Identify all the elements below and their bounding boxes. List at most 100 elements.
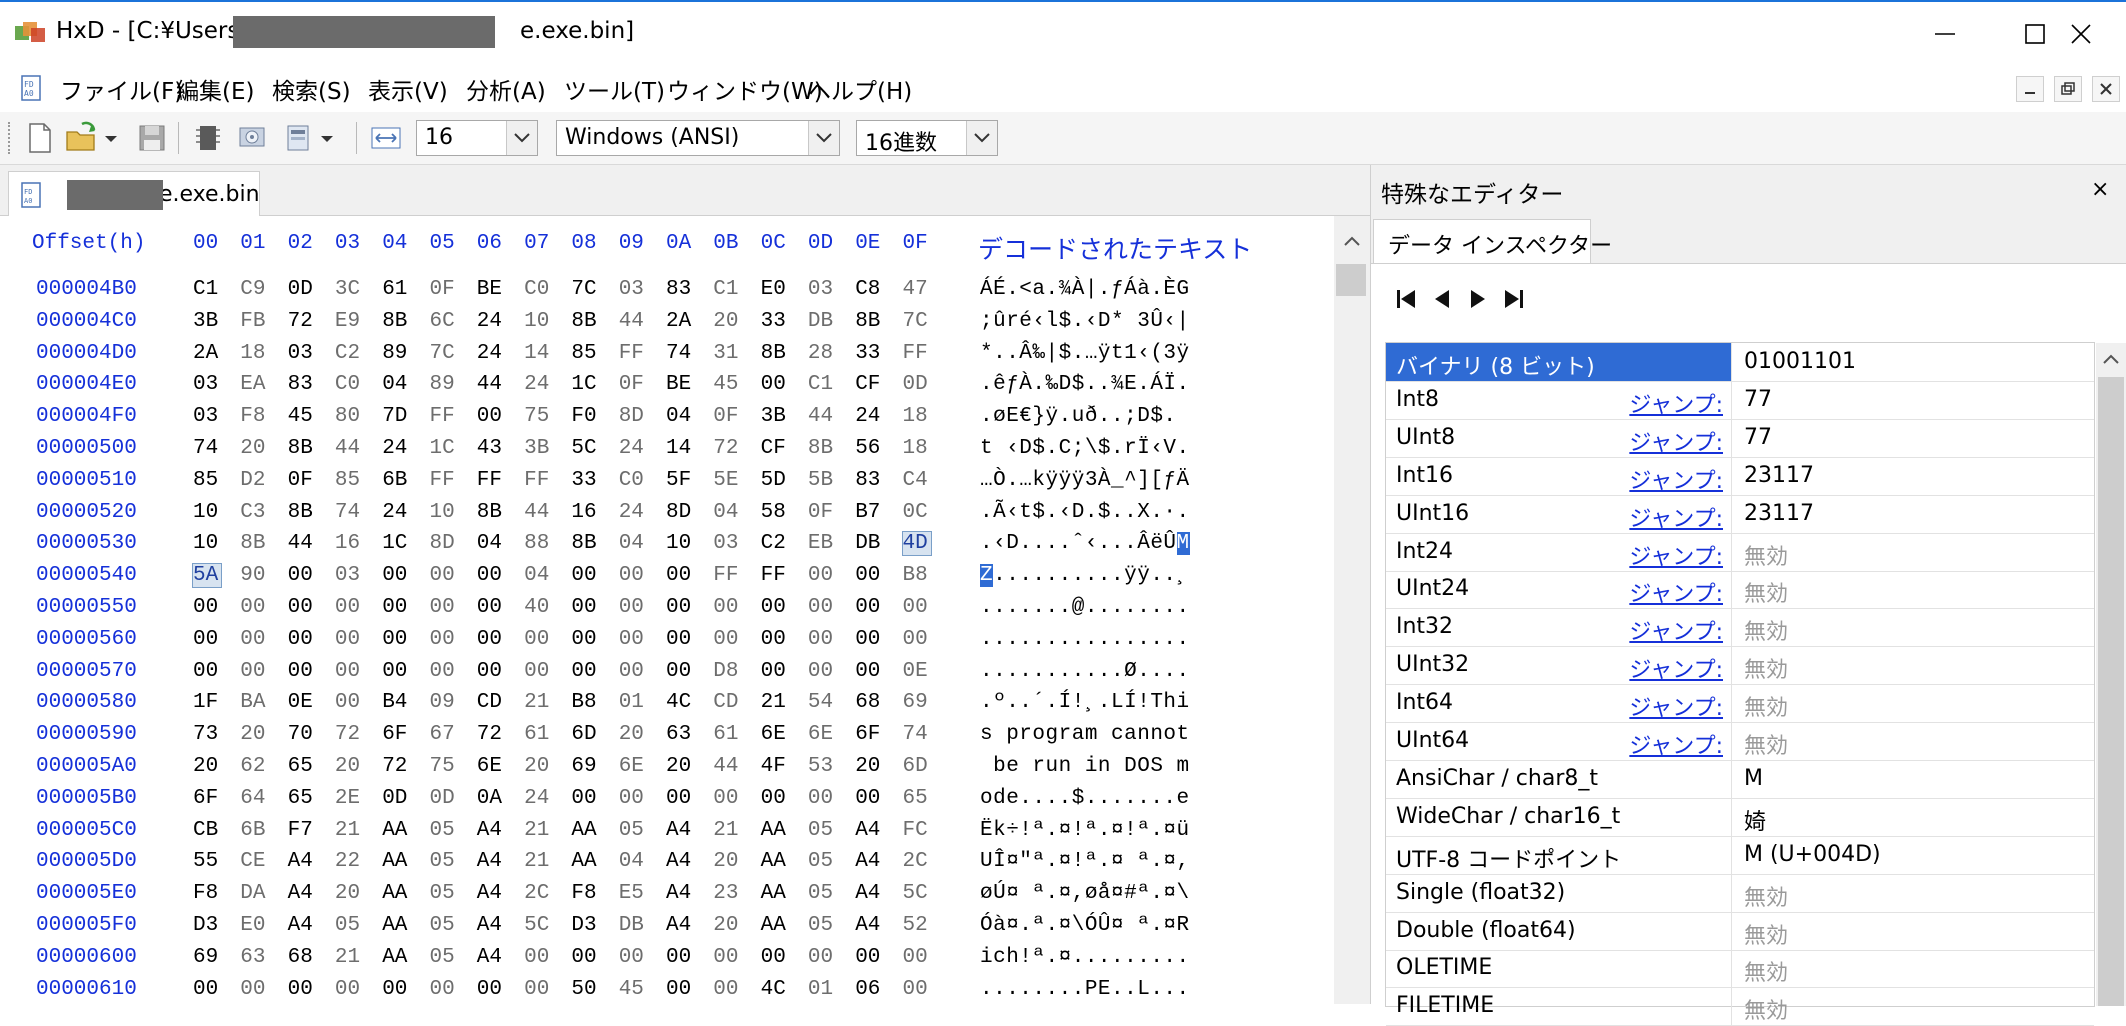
hex-byte[interactable]: B8 [571, 691, 599, 714]
inspector-value[interactable]: M [1744, 766, 1763, 791]
hex-byte[interactable]: 03 [808, 278, 836, 301]
hex-byte[interactable]: 00 [666, 596, 694, 619]
scrollbar-thumb[interactable] [1336, 264, 1366, 296]
hex-byte[interactable]: 24 [477, 342, 505, 365]
hex-row[interactable]: 00000550 00 00 00 00 00 00 00 40 00 00 00 00 00 00 00 00… [0, 592, 1335, 624]
hex-byte[interactable]: 21 [524, 819, 552, 842]
hex-byte[interactable]: 69 [571, 755, 599, 778]
hex-byte[interactable]: 44 [524, 501, 552, 524]
hex-byte[interactable]: 61 [524, 723, 552, 746]
hex-byte[interactable]: 03 [193, 405, 221, 428]
hex-byte[interactable]: 00 [619, 564, 647, 587]
save-icon[interactable] [134, 120, 170, 156]
hex-byte[interactable]: AA [571, 819, 599, 842]
hex-byte[interactable]: 00 [761, 373, 789, 396]
last-icon[interactable] [1497, 282, 1531, 316]
hex-byte[interactable]: A4 [855, 882, 883, 905]
hex-byte[interactable]: BE [477, 278, 505, 301]
hex-byte[interactable]: 20 [666, 755, 694, 778]
hex-byte[interactable]: 05 [430, 819, 458, 842]
hex-byte[interactable]: 20 [524, 755, 552, 778]
decoded-text[interactable]: s program cannot [980, 723, 1190, 746]
inspector-value[interactable]: 無効 [1744, 690, 1788, 722]
inspector-row[interactable]: Single (float32) 無効 [1386, 873, 2094, 913]
hex-byte[interactable]: 44 [619, 310, 647, 333]
hex-byte[interactable]: FF [903, 342, 931, 365]
hex-byte[interactable]: 72 [382, 755, 410, 778]
hex-byte[interactable]: 00 [240, 978, 268, 1001]
hex-byte[interactable]: 04 [382, 373, 410, 396]
hex-byte[interactable]: 00 [571, 628, 599, 651]
hex-byte[interactable]: 00 [240, 660, 268, 683]
jump-link[interactable]: ジャンプ: [1629, 425, 1723, 457]
hex-byte[interactable]: 00 [808, 596, 836, 619]
panel-close-button[interactable]: × [2091, 177, 2109, 202]
hex-byte[interactable]: D3 [571, 914, 599, 937]
hex-byte[interactable]: 00 [524, 660, 552, 683]
hex-byte[interactable]: 00 [903, 628, 931, 651]
hex-byte[interactable]: 3B [193, 310, 221, 333]
decoded-text[interactable]: Ëk÷!ª.¤!ª.¤!ª.¤ü [980, 819, 1190, 842]
hex-byte[interactable]: 10 [430, 501, 458, 524]
decoded-text[interactable]: Óà¤.ª.¤\ÓÛ¤ ª.¤R [980, 914, 1190, 937]
hex-row[interactable]: 00000610 00 00 00 00 00 00 00 00 50 45 00 00 4C 01 06 00… [0, 974, 1335, 1006]
hex-row[interactable]: 00000500 74 20 8B 44 24 1C 43 3B 5C 24 14 72 CF 8B 56 18… [0, 433, 1335, 465]
hex-byte[interactable]: 05 [430, 882, 458, 905]
hex-byte[interactable]: 83 [288, 373, 316, 396]
hex-byte[interactable]: 00 [430, 660, 458, 683]
decoded-text[interactable]: .øE€}ÿ.uð..;D$. [980, 405, 1177, 428]
hex-byte[interactable]: C8 [855, 278, 883, 301]
hex-byte[interactable]: 00 [430, 628, 458, 651]
hex-byte[interactable]: 21 [713, 819, 741, 842]
hex-byte[interactable]: 72 [288, 310, 316, 333]
hex-byte[interactable]: 74 [903, 723, 931, 746]
hex-byte[interactable]: 00 [382, 628, 410, 651]
decoded-text[interactable]: …Ò.…kÿÿÿ3À_^][ƒÄ [980, 469, 1190, 492]
hex-byte[interactable]: 6D [903, 755, 931, 778]
hex-byte[interactable]: AA [382, 850, 410, 873]
hex-byte[interactable]: 2C [524, 882, 552, 905]
hex-byte[interactable]: 75 [524, 405, 552, 428]
hex-byte[interactable]: 1C [430, 437, 458, 460]
hex-byte[interactable]: 56 [855, 437, 883, 460]
hex-byte[interactable]: E0 [240, 914, 268, 937]
inspector-value[interactable]: M (U+004D) [1744, 842, 1881, 867]
hex-byte[interactable]: A4 [477, 946, 505, 969]
hex-byte[interactable]: 00 [713, 946, 741, 969]
hex-byte[interactable]: 1F [193, 691, 221, 714]
hex-byte[interactable]: 20 [240, 723, 268, 746]
hex-byte[interactable]: 0F [430, 278, 458, 301]
hex-byte[interactable]: 0F [619, 373, 647, 396]
hex-byte[interactable]: 8B [571, 532, 599, 555]
decoded-text[interactable]: UÎ¤"ª.¤!ª.¤ ª.¤, [980, 850, 1190, 873]
hex-byte[interactable]: FB [240, 310, 268, 333]
hex-byte[interactable]: AA [761, 914, 789, 937]
hex-byte[interactable]: BE [666, 373, 694, 396]
decoded-text[interactable]: .‹D....ˆ‹...ÂëÛM [980, 532, 1190, 556]
jump-link[interactable]: ジャンプ: [1629, 690, 1723, 722]
hex-byte[interactable]: 00 [619, 660, 647, 683]
close-button[interactable] [2036, 4, 2126, 64]
decoded-selected-char[interactable]: Z [980, 564, 994, 588]
hex-byte[interactable]: 4C [761, 978, 789, 1001]
decoded-text[interactable]: be run in DOS m [980, 755, 1190, 778]
hex-byte[interactable]: 00 [240, 628, 268, 651]
hex-byte[interactable]: 00 [761, 628, 789, 651]
hex-byte[interactable]: 16 [571, 501, 599, 524]
hex-byte[interactable]: 09 [430, 691, 458, 714]
hex-row[interactable]: 00000520 10 C3 8B 74 24 10 8B 44 16 24 8D 04 58 0F B7 0C… [0, 497, 1335, 529]
hex-byte[interactable]: 68 [288, 946, 316, 969]
hex-byte[interactable]: 21 [335, 946, 363, 969]
hex-byte[interactable]: 5E [713, 469, 741, 492]
jump-link[interactable]: ジャンプ: [1629, 463, 1723, 495]
hex-byte[interactable]: 0D [430, 787, 458, 810]
hex-byte[interactable]: 00 [524, 978, 552, 1001]
hex-byte[interactable]: 04 [666, 405, 694, 428]
inspector-value[interactable]: 23117 [1744, 463, 1814, 488]
hex-byte[interactable]: 58 [761, 501, 789, 524]
hex-byte[interactable]: 00 [193, 660, 221, 683]
hex-byte[interactable]: A4 [855, 819, 883, 842]
menu-file[interactable]: ファイル(F) [60, 72, 183, 106]
hex-byte[interactable]: 00 [477, 596, 505, 619]
hex-byte[interactable]: 89 [382, 342, 410, 365]
